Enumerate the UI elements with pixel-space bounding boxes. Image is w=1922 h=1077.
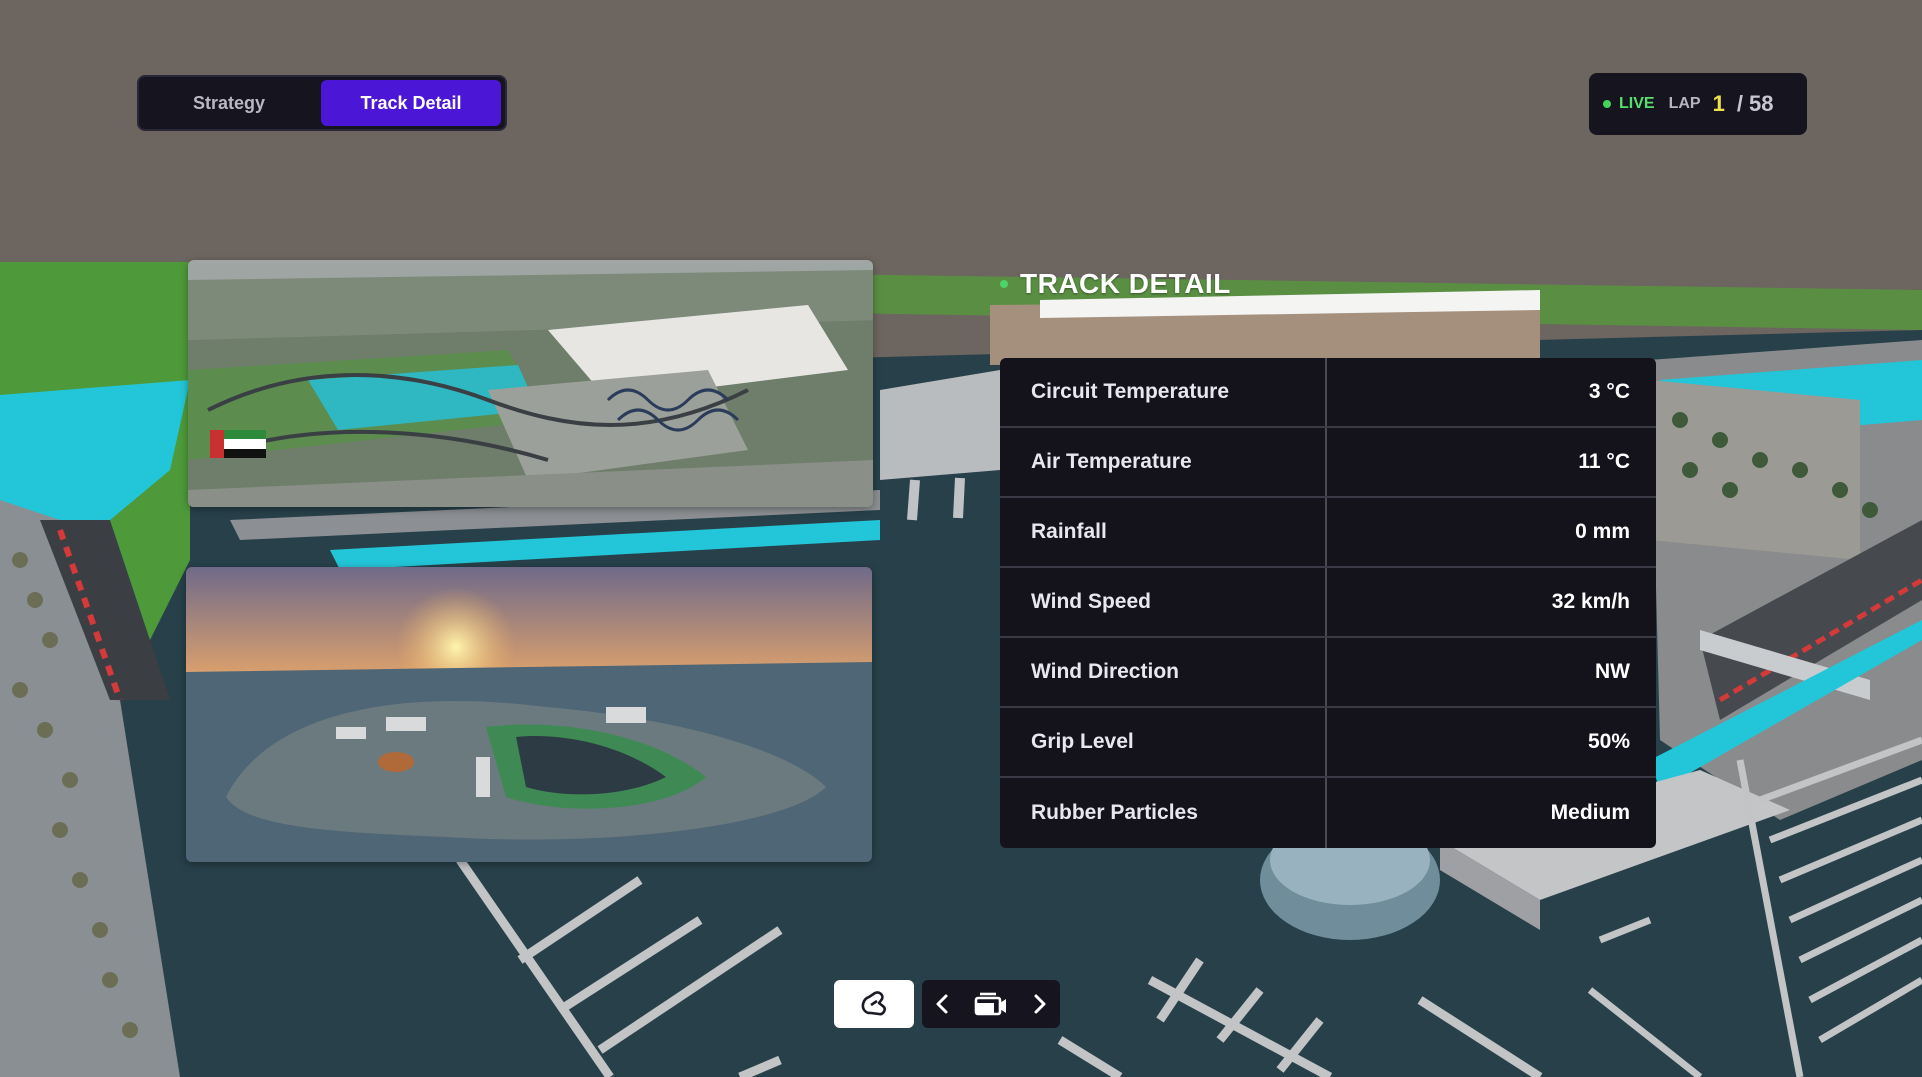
live-indicator-dot (1603, 100, 1611, 108)
stat-row-wind-direction: Wind Direction NW (1000, 638, 1656, 708)
stat-row-wind-speed: Wind Speed 32 km/h (1000, 568, 1656, 638)
prev-camera-button[interactable] (933, 992, 951, 1016)
stat-value: 11 °C (1578, 450, 1630, 473)
circuit-aerial-photo (188, 260, 873, 507)
camera-button[interactable] (974, 991, 1008, 1017)
tab-strategy[interactable]: Strategy (143, 80, 315, 126)
next-camera-button[interactable] (1031, 992, 1049, 1016)
view-tab-toggle: Strategy Track Detail (137, 75, 507, 131)
stat-value: 0 mm (1575, 520, 1630, 543)
camera-controls (922, 980, 1060, 1028)
track-map-button[interactable] (834, 980, 914, 1028)
stat-label: Air Temperature (1000, 428, 1327, 496)
chevron-left-icon (936, 994, 948, 1014)
stat-row-rubber-particles: Rubber Particles Medium (1000, 778, 1656, 848)
yas-island-sunset-photo (186, 567, 872, 862)
track-map-icon (861, 991, 886, 1016)
live-label: LIVE (1619, 95, 1655, 112)
stat-value: 50% (1587, 730, 1630, 753)
stat-row-grip-level: Grip Level 50% (1000, 708, 1656, 778)
stat-value: 3 °C (1588, 380, 1630, 403)
stat-label: Circuit Temperature (1000, 358, 1327, 426)
total-laps: / 58 (1736, 91, 1774, 116)
chevron-right-icon (1034, 994, 1046, 1014)
lap-label: LAP (1668, 95, 1701, 112)
camera-icon (974, 992, 1006, 1016)
stat-label: Grip Level (1000, 708, 1327, 776)
track-detail-title: TRACK DETAIL (1020, 268, 1231, 299)
current-lap: 1 (1712, 91, 1725, 116)
track-stats-table: Circuit Temperature 3 °C Air Temperature… (1000, 358, 1656, 848)
heading-dot (1000, 280, 1008, 288)
stat-label: Wind Direction (1000, 638, 1327, 706)
stat-value: 32 km/h (1551, 590, 1630, 613)
stat-row-air-temperature: Air Temperature 11 °C (1000, 428, 1656, 498)
stat-row-rainfall: Rainfall 0 mm (1000, 498, 1656, 568)
stat-value: NW (1595, 660, 1630, 683)
stat-label: Rubber Particles (1000, 778, 1327, 848)
stat-value: Medium (1550, 801, 1630, 824)
stat-row-circuit-temperature: Circuit Temperature 3 °C (1000, 358, 1656, 428)
stat-label: Rainfall (1000, 498, 1327, 566)
track-detail-heading: TRACK DETAIL (1000, 268, 1231, 300)
tab-track-detail[interactable]: Track Detail (321, 80, 501, 126)
stat-label: Wind Speed (1000, 568, 1327, 636)
live-lap-badge: LIVE LAP 1 / 58 (1589, 73, 1807, 135)
